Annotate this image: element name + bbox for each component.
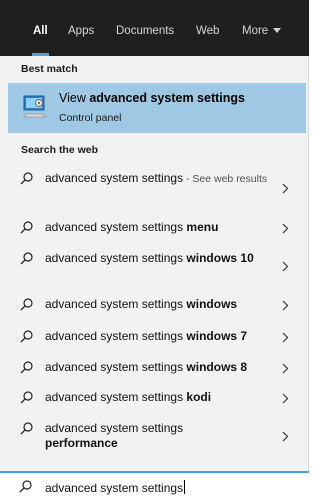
suggestion-query: advanced system settings xyxy=(45,297,187,311)
suggestion-completion: windows xyxy=(186,297,238,311)
tab-apps-label: Apps xyxy=(68,25,95,37)
suggestion-completion: kodi xyxy=(186,390,212,404)
filter-tab-bar: All Apps Documents Web More xyxy=(0,0,309,56)
tab-web-label: Web xyxy=(196,25,220,37)
web-suggestion[interactable]: advanced system settings performance xyxy=(0,421,309,453)
web-suggestion[interactable]: advanced system settings windows 7 xyxy=(0,329,309,347)
text-cursor xyxy=(184,480,186,494)
search-web-header: Search the web xyxy=(21,144,99,156)
search-icon xyxy=(20,391,33,404)
web-suggestion[interactable]: advanced system settings windows 10 xyxy=(0,251,309,283)
chevron-right-icon xyxy=(282,223,289,234)
web-suggestion-text: advanced system settings windows 10 xyxy=(45,251,273,266)
tab-web[interactable]: Web xyxy=(196,0,219,56)
suggestion-completion: performance xyxy=(45,436,118,450)
tab-apps[interactable]: Apps xyxy=(68,0,94,56)
search-icon xyxy=(20,172,33,185)
suggestion-query: advanced system settings xyxy=(45,171,184,185)
web-suggestion[interactable]: advanced system settings menu xyxy=(0,220,309,238)
best-match-title-bold: advanced system settings xyxy=(89,91,245,105)
system-settings-icon xyxy=(23,95,48,118)
suggestion-see-web-results: - See web results xyxy=(183,173,268,185)
best-match-result[interactable]: View advanced system settings Control pa… xyxy=(8,83,306,133)
search-icon xyxy=(19,480,32,493)
web-suggestion-text: advanced system settings - See web resul… xyxy=(45,171,273,187)
chevron-right-icon xyxy=(282,393,289,404)
suggestion-query: advanced system settings xyxy=(45,360,187,374)
search-input-value: advanced system settings xyxy=(45,481,184,495)
tab-more-label: More xyxy=(242,25,269,37)
chevron-right-icon xyxy=(282,363,289,374)
suggestion-completion: menu xyxy=(186,220,219,234)
web-suggestion-text: advanced system settings windows 7 xyxy=(45,329,273,344)
chevron-right-icon xyxy=(282,431,289,442)
best-match-title: View advanced system settings xyxy=(59,91,245,105)
search-box[interactable]: advanced system settings xyxy=(0,471,309,501)
chevron-down-icon xyxy=(273,28,282,33)
web-suggestion[interactable]: advanced system settings windows xyxy=(0,297,309,315)
chevron-right-icon xyxy=(282,261,289,272)
suggestion-query: advanced system settings xyxy=(45,329,187,343)
tab-all-label: All xyxy=(33,25,48,37)
best-match-header: Best match xyxy=(21,63,78,75)
web-suggestion-text: advanced system settings windows xyxy=(45,297,273,312)
suggestion-query: advanced system settings xyxy=(45,421,184,435)
web-suggestion-text: advanced system settings menu xyxy=(45,220,273,235)
search-input[interactable]: advanced system settings xyxy=(45,480,186,495)
results-panel: Best match View advanced system settings… xyxy=(0,56,309,471)
search-icon xyxy=(20,361,33,374)
search-icon xyxy=(20,422,33,435)
tab-documents[interactable]: Documents xyxy=(116,0,174,56)
web-suggestion-text: advanced system settings performance xyxy=(45,421,205,451)
suggestion-completion: windows 8 xyxy=(186,360,248,374)
web-suggestion[interactable]: advanced system settings - See web resul… xyxy=(0,171,309,206)
chevron-right-icon xyxy=(282,183,289,194)
suggestion-query: advanced system settings xyxy=(45,251,187,265)
web-suggestion[interactable]: advanced system settings kodi xyxy=(0,390,309,408)
tab-all[interactable]: All xyxy=(32,0,49,56)
web-suggestion-text: advanced system settings windows 8 xyxy=(45,360,273,375)
suggestion-query: advanced system settings xyxy=(45,220,187,234)
search-icon xyxy=(20,221,33,234)
search-icon xyxy=(20,298,33,311)
tab-more[interactable]: More xyxy=(242,0,282,56)
suggestion-completion: windows 10 xyxy=(186,251,254,265)
web-suggestion-text: advanced system settings kodi xyxy=(45,390,273,405)
chevron-right-icon xyxy=(282,300,289,311)
suggestion-completion: windows 7 xyxy=(186,329,248,343)
web-suggestion[interactable]: advanced system settings windows 8 xyxy=(0,360,309,378)
suggestion-query: advanced system settings xyxy=(45,390,187,404)
best-match-subtitle: Control panel xyxy=(59,112,122,124)
tab-documents-label: Documents xyxy=(116,25,175,37)
best-match-title-prefix: View xyxy=(59,91,90,105)
search-icon xyxy=(20,330,33,343)
chevron-right-icon xyxy=(282,332,289,343)
search-icon xyxy=(20,252,33,265)
